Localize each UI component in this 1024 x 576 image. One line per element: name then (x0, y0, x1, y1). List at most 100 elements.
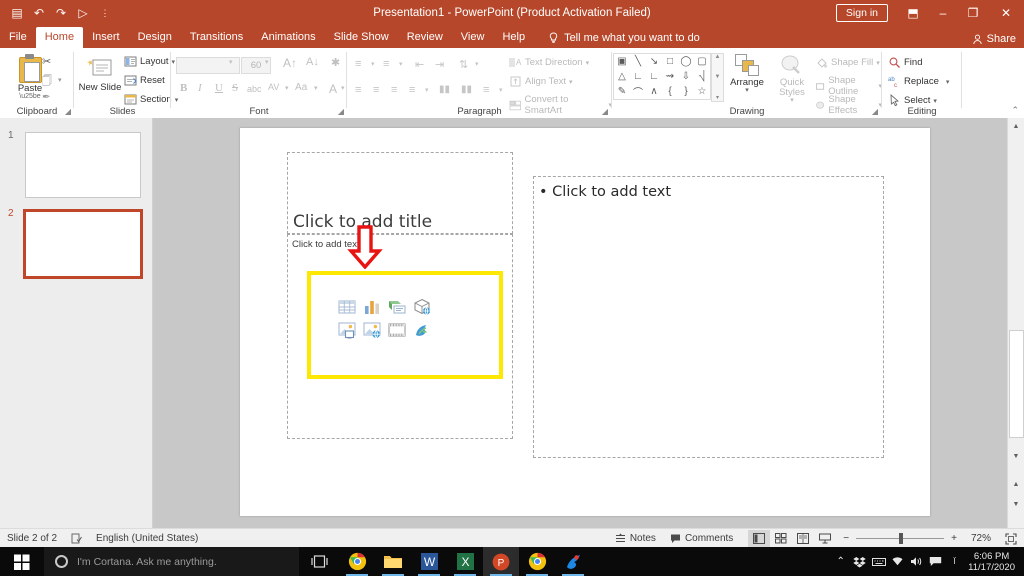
clear-formatting-icon[interactable]: ✱ (331, 56, 340, 69)
character-spacing-dropdown-icon[interactable]: ▾ (285, 84, 289, 92)
font-name-dropdown-icon[interactable]: ▾ (229, 58, 233, 66)
fit-slide-to-window-button[interactable] (998, 529, 1024, 548)
share-button[interactable]: Share (972, 33, 1016, 45)
paragraph-dialog-launcher[interactable]: ◢ (602, 107, 608, 116)
shape-oval-icon[interactable]: ◯ (678, 54, 694, 69)
text-shadow-button[interactable]: abc (247, 84, 262, 94)
align-left-icon[interactable]: ≡ (355, 84, 361, 96)
insert-chart-icon[interactable] (363, 298, 381, 316)
align-text-button[interactable]: Align Text ▾ (509, 75, 573, 88)
font-color-dropdown-icon[interactable]: ▾ (341, 84, 345, 92)
collapse-ribbon-icon[interactable]: ⌃ (1011, 105, 1019, 116)
insert-pictures-icon[interactable] (338, 321, 356, 339)
save-icon[interactable]: ▤ (10, 6, 24, 20)
shape-folded-corner-icon[interactable]: ⎷ (694, 69, 710, 84)
shape-right-arrow-icon[interactable]: ⇝ (662, 69, 678, 84)
tab-slide-show[interactable]: Slide Show (325, 27, 398, 48)
text-direction-button[interactable]: A Text Direction ▾ (509, 56, 589, 69)
normal-view-button[interactable] (748, 530, 771, 547)
shape-fill-button[interactable]: Shape Fill ▾ (815, 56, 880, 69)
bold-button[interactable]: B (180, 82, 187, 94)
tab-design[interactable]: Design (129, 27, 181, 48)
layout-button[interactable]: Layout ▾ (124, 55, 175, 68)
drawing-dialog-launcher[interactable]: ◢ (872, 107, 878, 116)
insert-online-pictures-icon[interactable] (363, 321, 381, 339)
shapes-gallery-scrollbar[interactable]: ▲ ▼ ▾ (711, 53, 724, 102)
notes-button[interactable]: Notes (608, 529, 663, 548)
increase-font-size-icon[interactable]: A↑ (283, 56, 297, 70)
sign-in-button[interactable]: Sign in (835, 4, 888, 22)
insert-video-icon[interactable] (388, 321, 406, 339)
format-painter-icon[interactable]: ✒ (42, 92, 50, 103)
ribbon-display-options-icon[interactable]: ⬒ (898, 0, 928, 26)
shape-triangle-icon[interactable]: △ (614, 69, 630, 84)
show-hidden-icons-button[interactable]: ⌃ (831, 547, 850, 576)
customize-quick-access-toolbar-icon[interactable]: ⋮ (98, 6, 112, 20)
shape-elbow-arrow-icon[interactable]: ∟ (646, 69, 662, 84)
undo-icon[interactable]: ↶ (32, 6, 46, 20)
find-button[interactable]: Find (888, 56, 922, 69)
redo-icon[interactable]: ↷ (54, 6, 68, 20)
decrease-font-size-icon[interactable]: A↓ (306, 56, 319, 68)
next-slide-icon[interactable]: ▼ (1008, 496, 1024, 512)
action-center-icon[interactable] (926, 547, 945, 576)
cut-icon[interactable]: ✂ (42, 55, 51, 68)
slide-count-status[interactable]: Slide 2 of 2 (0, 529, 64, 548)
tab-file[interactable]: File (0, 27, 36, 48)
text-direction-small-icon[interactable]: ▮▮ (461, 84, 472, 95)
word-taskbar-icon[interactable]: W (411, 547, 447, 576)
slide-thumbnail-1[interactable] (25, 132, 141, 198)
content-placeholder[interactable]: • Click to add text (533, 176, 884, 458)
clock[interactable]: 6:06 PM 11/17/2020 (964, 551, 1024, 573)
tab-help[interactable]: Help (493, 27, 534, 48)
zoom-out-button[interactable]: − (836, 529, 856, 548)
bullets-dropdown-icon[interactable]: ▾ (371, 60, 375, 68)
arrange-button[interactable]: Arrange ▾ (725, 54, 769, 94)
copy-dropdown-icon[interactable]: ▾ (58, 76, 62, 84)
powerpoint-taskbar-icon[interactable]: P (483, 547, 519, 576)
clipboard-dialog-launcher[interactable]: ◢ (65, 107, 71, 116)
font-color-button[interactable]: A (329, 82, 337, 96)
task-view-button[interactable] (299, 547, 339, 576)
language-status[interactable]: English (United States) (89, 529, 205, 548)
tab-animations[interactable]: Animations (252, 27, 324, 48)
cortana-search-box[interactable]: I'm Cortana. Ask me anything. (44, 547, 299, 576)
insert-3d-model-icon[interactable] (413, 298, 431, 316)
slide-sorter-view-button[interactable] (770, 530, 792, 547)
shape-down-arrow-icon[interactable]: ⇩ (678, 69, 694, 84)
slide-show-view-button[interactable] (814, 530, 836, 547)
shape-rounded-rect-icon[interactable]: ▢ (694, 54, 710, 69)
zoom-slider[interactable] (856, 533, 945, 544)
chrome-taskbar-icon[interactable] (339, 547, 375, 576)
quick-styles-button[interactable]: Quick Styles ▾ (769, 54, 815, 104)
shapes-gallery[interactable]: ▣ ╲ ↘ □ ◯ ▢ △ ∟ ∟ ⇝ ⇩ ⎷ ✎ ⌒ ∧ { } ☆ (613, 53, 711, 100)
tab-transitions[interactable]: Transitions (181, 27, 252, 48)
shapes-scroll-down-icon[interactable]: ▼ (715, 74, 721, 80)
underline-button[interactable]: U (215, 82, 223, 94)
shape-arrow-line-icon[interactable]: ↘ (646, 54, 662, 69)
dropbox-tray-icon[interactable] (850, 547, 869, 576)
reading-view-button[interactable] (792, 530, 814, 547)
accessibility-status-icon[interactable] (64, 529, 89, 548)
shape-star-icon[interactable]: ☆ (694, 84, 710, 99)
zoom-in-button[interactable]: + (944, 529, 964, 548)
shape-textbox-icon[interactable]: ▣ (614, 54, 630, 69)
align-right-icon[interactable]: ≡ (391, 84, 397, 96)
tab-home[interactable]: Home (35, 27, 84, 48)
character-spacing-button[interactable]: AV (268, 82, 279, 92)
replace-button[interactable]: ab c Replace ▾ (888, 75, 949, 88)
shape-right-brace-icon[interactable]: } (678, 84, 694, 99)
scroll-up-arrow-icon[interactable]: ▲ (1008, 118, 1024, 134)
shape-elbow-connector-icon[interactable]: ∟ (630, 69, 646, 84)
quick-access-toolbar[interactable]: ▤ ↶ ↷ ▷ ⋮ (0, 6, 112, 20)
font-dialog-launcher[interactable]: ◢ (338, 107, 344, 116)
copy-icon[interactable]: 🗍 (42, 74, 52, 91)
file-explorer-taskbar-icon[interactable] (375, 547, 411, 576)
vertical-scrollbar[interactable]: ▲ ▼ ▲ ▼ (1007, 118, 1024, 528)
slide-thumbnail-2[interactable] (23, 209, 143, 279)
shape-freeform-icon[interactable]: ✎ (614, 84, 630, 99)
numbering-icon[interactable]: ≡ (383, 58, 389, 70)
line-spacing-icon[interactable]: ⇅ (459, 58, 468, 71)
paragraph-spacing-icon[interactable]: ≡ (483, 84, 489, 96)
shape-rectangle-icon[interactable]: □ (662, 54, 678, 69)
